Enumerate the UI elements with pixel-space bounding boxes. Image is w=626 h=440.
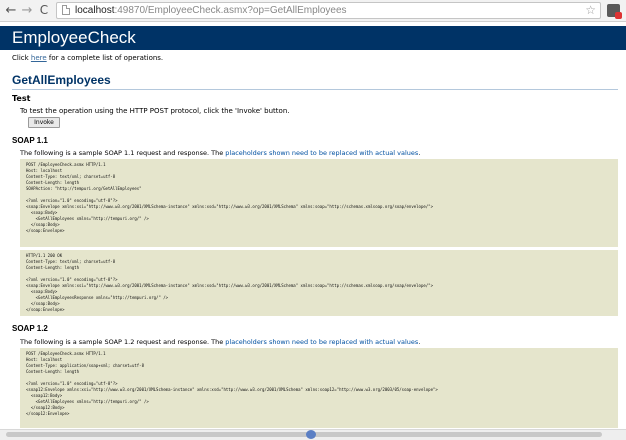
scroll-indicator-icon — [306, 430, 316, 439]
soap12-heading: SOAP 1.2 — [12, 324, 48, 333]
service-title: EmployeeCheck — [12, 28, 136, 47]
intro-before: Click — [12, 54, 31, 62]
soap11-desc-mid: shown need to be replaced with actual — [266, 149, 398, 157]
page-banner: EmployeeCheck — [0, 26, 626, 50]
operation-title: GetAllEmployees — [12, 73, 111, 87]
scrollbar-thumb[interactable] — [6, 432, 602, 437]
address-bar[interactable]: localhost:49870/EmployeeCheck.asmx?op=Ge… — [56, 2, 601, 19]
divider — [12, 89, 618, 90]
soap12-request-code: POST /EmployeeCheck.asmx HTTP/1.1 Host: … — [20, 348, 618, 428]
soap12-desc-end: . — [418, 338, 421, 346]
soap12-desc-before: The following is a sample SOAP 1.2 reque… — [20, 338, 226, 346]
test-heading: Test — [12, 94, 31, 103]
soap11-desc-end: . — [418, 149, 421, 157]
horizontal-scrollbar[interactable] — [0, 429, 626, 440]
soap11-desc-values: values — [397, 149, 419, 157]
invoke-button[interactable]: Invoke — [28, 117, 60, 128]
intro-text: Click here for a complete list of operat… — [12, 54, 163, 63]
reload-icon[interactable]: C — [37, 3, 51, 18]
test-instructions: To test the operation using the HTTP POS… — [20, 107, 290, 115]
url-text[interactable]: localhost:49870/EmployeeCheck.asmx?op=Ge… — [75, 4, 347, 17]
intro-after: for a complete list of operations. — [46, 54, 164, 62]
soap11-heading: SOAP 1.1 — [12, 136, 48, 145]
page-icon — [62, 5, 70, 15]
soap11-response-code: HTTP/1.1 200 OK Content-Type: text/xml; … — [20, 250, 618, 316]
soap11-desc-placeholders: placeholders — [225, 149, 267, 157]
soap11-desc-before: The following is a sample SOAP 1.1 reque… — [20, 149, 226, 157]
back-icon[interactable]: ← — [4, 3, 18, 18]
forward-icon[interactable]: → — [20, 3, 34, 18]
extension-icon[interactable] — [607, 4, 622, 19]
browser-toolbar: ← → C localhost:49870/EmployeeCheck.asmx… — [0, 0, 626, 22]
operations-link[interactable]: here — [31, 54, 47, 62]
url-host: localhost — [75, 5, 115, 16]
soap11-request-code: POST /EmployeeCheck.asmx HTTP/1.1 Host: … — [20, 159, 618, 247]
soap12-desc-mid: shown need to be replaced with actual — [266, 338, 398, 346]
url-path: :49870/EmployeeCheck.asmx?op=GetAllEmplo… — [114, 5, 347, 16]
star-icon[interactable]: ☆ — [585, 3, 596, 18]
soap11-description: The following is a sample SOAP 1.1 reque… — [20, 149, 420, 157]
soap12-desc-values: values — [397, 338, 419, 346]
soap12-desc-placeholders: placeholders — [225, 338, 267, 346]
soap12-description: The following is a sample SOAP 1.2 reque… — [20, 338, 420, 346]
